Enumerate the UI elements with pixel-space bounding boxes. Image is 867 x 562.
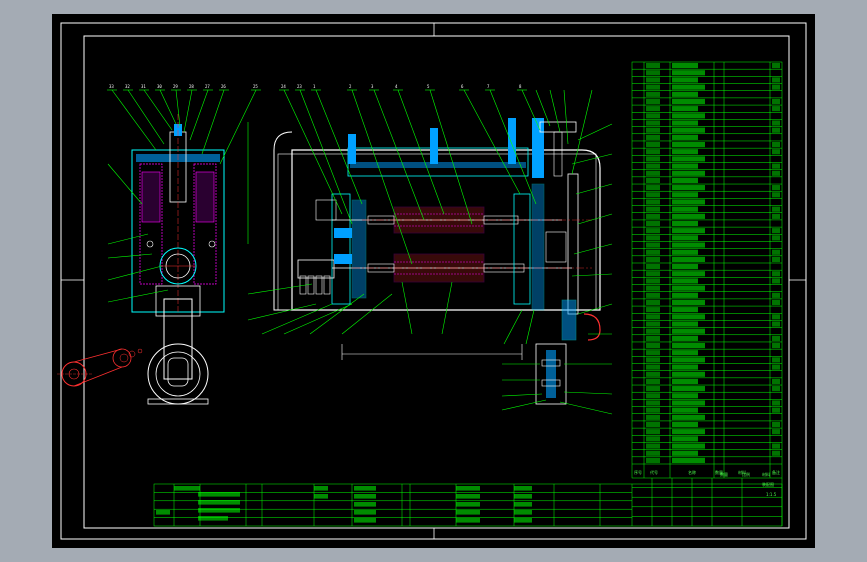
drawing-sheet: 33 32 31 30 29 28 27 26 25 24 23 1 2 3 4 5 6 7 8 装配图 1:1.5… [52, 14, 815, 548]
right-gear-housing [513, 118, 601, 405]
callout-label: 32 [125, 84, 130, 89]
callout-label: 4 [395, 84, 398, 89]
top-callouts: 33 32 31 30 29 28 27 26 25 24 23 1 2 3 4 5 6 7 8 [107, 84, 527, 91]
dimension-lines [247, 122, 523, 360]
callout-label: 25 [253, 84, 258, 89]
bom-header-cell: 序号 [634, 469, 642, 475]
material-label: 材料 [762, 471, 770, 477]
callout-label: 8 [519, 84, 522, 89]
callout-label: 30 [157, 84, 162, 89]
callout-label: 26 [221, 84, 226, 89]
callout-label: 28 [189, 84, 194, 89]
drawing-name: 装配图 [762, 481, 774, 487]
bom-header-cell: 材料 [738, 469, 746, 475]
callout-label: 31 [141, 84, 146, 89]
callout-label: 3 [371, 84, 374, 89]
side-view [131, 114, 225, 405]
bill-of-materials [631, 61, 783, 479]
bom-header-cell: 备注 [772, 469, 780, 475]
callout-label: 23 [297, 84, 302, 89]
title-block [153, 478, 783, 527]
bom-header-cell: 名称 [688, 469, 696, 475]
motor-belt-drive [57, 348, 143, 387]
bom-header-cell: 数量 [715, 469, 723, 475]
callout-label: 24 [281, 84, 286, 89]
callout-label: 2 [349, 84, 352, 89]
callout-label: 6 [461, 84, 464, 89]
callout-label: 27 [205, 84, 210, 89]
callout-label: 7 [487, 84, 490, 89]
callout-label: 33 [109, 84, 114, 89]
callout-label: 5 [427, 84, 430, 89]
left-bearing-housing [297, 193, 367, 305]
assembly-drawing: 33 32 31 30 29 28 27 26 25 24 23 1 2 3 4 5 6 7 8 装配图 1:1.5… [57, 22, 807, 540]
callout-label: 1 [313, 84, 316, 89]
callout-label: 29 [173, 84, 178, 89]
scale-value: 1:1.5 [766, 492, 777, 497]
bom-header-row: 序号 代号 名称 数量 材料 备注 [634, 469, 780, 475]
bom-header-cell: 代号 [650, 469, 658, 475]
